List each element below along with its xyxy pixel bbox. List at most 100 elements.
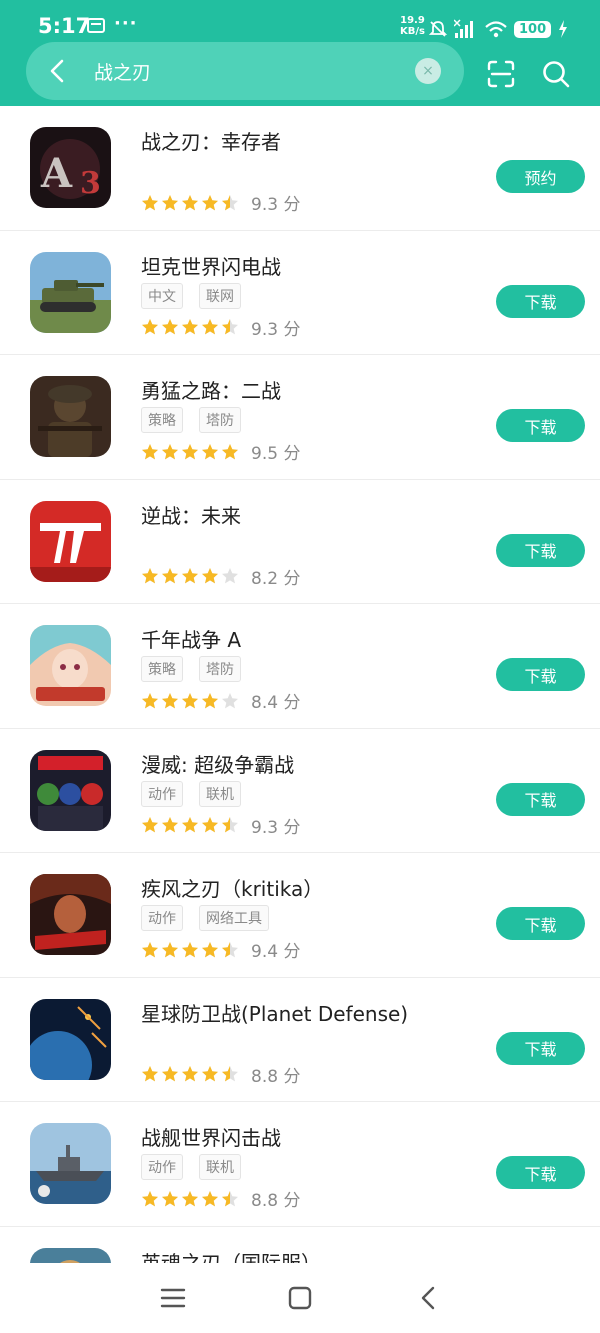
download-button[interactable]: 下载 (496, 409, 585, 442)
search-results-list: A 3 战之刃：幸存者 9.3 分 预约 坦克世界闪电战 中文 联网 9.3 分… (0, 106, 600, 1263)
app-rating: 9.3 分 (141, 190, 300, 215)
star-icon (222, 941, 238, 957)
star-icon (142, 319, 158, 335)
a3-game-icon: A 3 (30, 127, 111, 208)
star-rating (141, 692, 239, 710)
app-score: 9.3 分 (251, 817, 301, 838)
star-icon (202, 692, 218, 708)
app-list-item[interactable]: A 3 战之刃：幸存者 9.3 分 预约 (0, 106, 600, 231)
more-notifications-icon: ··· (114, 13, 138, 34)
star-icon (182, 568, 198, 584)
download-button[interactable]: 下载 (496, 658, 585, 691)
download-button[interactable]: 下载 (496, 533, 585, 567)
star-icon (202, 568, 218, 584)
star-icon (202, 319, 218, 335)
app-name: 战舰世界闪击战 (141, 1126, 281, 1150)
download-button[interactable]: 下载 (496, 1031, 585, 1065)
star-rating (141, 816, 239, 834)
app-name: 英魂之刃（国际服） (141, 1250, 321, 1264)
app-rating: 8.4 分 (141, 688, 300, 713)
star-icon (162, 692, 178, 708)
signal-icon (454, 19, 473, 38)
soldier-game-icon (30, 376, 111, 457)
svg-text:3: 3 (80, 166, 101, 201)
back-button[interactable] (42, 55, 74, 87)
status-bar: 5:17 ··· 19.9 KB/s 100 (0, 0, 600, 44)
star-icon (222, 319, 238, 335)
planet-game-icon (30, 998, 111, 1080)
star-icon (202, 817, 218, 833)
star-icon (182, 194, 198, 210)
app-rating: 9.5 分 (141, 439, 300, 464)
scan-icon (487, 60, 515, 88)
app-list-item[interactable]: 疾风之刃（kritika） 动作 网络工具 9.4 分 下载 (0, 853, 600, 978)
star-icon (222, 194, 238, 210)
download-button[interactable]: 下载 (496, 907, 585, 940)
star-icon (142, 1066, 158, 1082)
star-rating (141, 1190, 239, 1208)
star-icon (182, 443, 198, 459)
menu-button[interactable] (160, 1285, 186, 1311)
app-list-item[interactable]: 英魂之刃（国际服） (0, 1227, 600, 1264)
app-list-item[interactable]: 漫威: 超级争霸战 动作 联机 9.3 分 下载 (0, 729, 600, 853)
scan-button[interactable] (486, 59, 516, 89)
star-icon (142, 443, 158, 459)
star-icon (162, 941, 178, 957)
app-tags: 动作 联机 (141, 1154, 241, 1180)
app-list-item[interactable]: 坦克世界闪电战 中文 联网 9.3 分 下载 (0, 231, 600, 355)
app-name: 星球防卫战(Planet Defense) (141, 1001, 409, 1026)
app-rating: 9.3 分 (141, 315, 300, 340)
search-input[interactable] (94, 56, 394, 86)
download-button[interactable]: 下载 (496, 782, 585, 816)
app-tags: 策略 塔防 (141, 656, 241, 682)
system-navigation-bar (0, 1263, 600, 1333)
reserve-button[interactable]: 预约 (496, 160, 585, 193)
nizhan-game-icon (30, 500, 111, 582)
app-list-item[interactable]: 逆战：未来 8.2 分 下载 (0, 480, 600, 604)
download-button[interactable]: 下载 (496, 1156, 585, 1189)
search-icon (543, 61, 570, 88)
app-list-item[interactable]: 千年战争 A 策略 塔防 8.4 分 下载 (0, 604, 600, 729)
download-button[interactable]: 下载 (496, 284, 585, 318)
app-list-item[interactable]: 勇猛之路：二战 策略 塔防 9.5 分 下载 (0, 355, 600, 480)
star-icon (142, 568, 158, 584)
star-icon (142, 194, 158, 210)
network-speed-value: 19.9 (400, 15, 425, 26)
search-bar: × (26, 42, 464, 100)
star-rating (141, 318, 239, 336)
app-name: 勇猛之路：二战 (141, 379, 281, 403)
app-name: 疾风之刃（kritika） (141, 877, 324, 901)
star-rating (141, 443, 239, 461)
star-icon (162, 194, 178, 210)
app-tag: 动作 (141, 905, 183, 931)
menu-icon (160, 1288, 186, 1308)
star-icon (202, 1066, 218, 1082)
search-button[interactable] (541, 59, 571, 89)
charging-icon (559, 20, 568, 38)
star-icon (182, 941, 198, 957)
star-icon (182, 1190, 198, 1206)
clear-search-button[interactable]: × (415, 58, 441, 84)
app-list-item[interactable]: 战舰世界闪击战 动作 联机 8.8 分 下载 (0, 1102, 600, 1227)
app-tag: 塔防 (199, 407, 241, 433)
app-rating: 8.2 分 (141, 564, 300, 589)
marvel-game-icon (30, 749, 111, 831)
app-rating: 9.3 分 (141, 813, 300, 838)
app-rating: 8.8 分 (141, 1186, 300, 1211)
app-tag: 动作 (141, 780, 183, 807)
star-icon (222, 1066, 238, 1082)
tank-game-icon (30, 251, 111, 333)
star-icon (182, 319, 198, 335)
star-icon (182, 1066, 198, 1082)
home-button[interactable] (287, 1285, 313, 1311)
star-icon (162, 1066, 178, 1082)
app-list-item[interactable]: 星球防卫战(Planet Defense) 8.8 分 下载 (0, 978, 600, 1102)
home-square-icon (288, 1286, 312, 1310)
star-icon (222, 692, 238, 708)
system-back-button[interactable] (416, 1285, 442, 1311)
star-icon (202, 941, 218, 957)
app-score: 8.8 分 (251, 1066, 301, 1087)
star-icon (182, 817, 198, 833)
network-speed-unit: KB/s (400, 26, 425, 37)
mute-bell-icon (428, 21, 448, 37)
